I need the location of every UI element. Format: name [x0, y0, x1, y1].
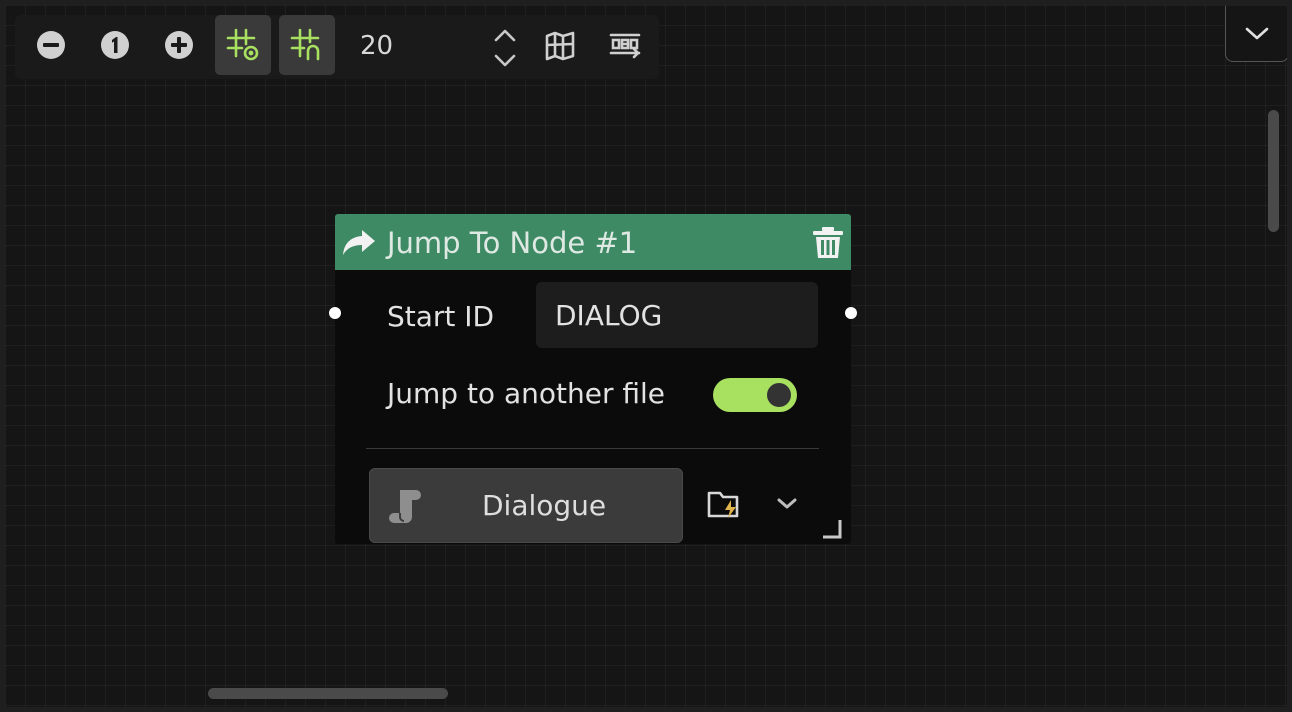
reset-zoom-button[interactable]	[87, 15, 143, 75]
dialogue-file-button[interactable]: Dialogue	[369, 468, 683, 543]
grid-eye-icon	[226, 28, 259, 61]
minimap-button[interactable]	[533, 15, 589, 75]
graph-toolbar: 20	[15, 15, 659, 79]
toggle-knob	[767, 383, 791, 407]
chevron-up-down-icon	[494, 29, 516, 67]
grid-size-stepper[interactable]	[489, 23, 521, 73]
arrange-nodes-button[interactable]	[597, 15, 653, 75]
chevron-down-icon	[1245, 27, 1269, 39]
share-arrow-icon	[343, 230, 375, 255]
arrange-icon	[609, 33, 641, 59]
vertical-scrollbar[interactable]	[1268, 110, 1279, 232]
zoom-in-button[interactable]	[151, 15, 207, 75]
input-port[interactable]	[329, 307, 341, 319]
divider	[366, 448, 819, 449]
show-grid-button[interactable]	[215, 15, 271, 75]
jump-to-node[interactable]: Jump To Node #1 Start ID Jump to another…	[329, 214, 857, 544]
plus-circle-icon	[165, 31, 193, 59]
snap-to-grid-button[interactable]	[279, 15, 335, 75]
chevron-down-icon[interactable]	[776, 497, 798, 511]
start-id-input[interactable]	[536, 282, 818, 348]
resize-handle-icon[interactable]	[821, 518, 843, 540]
trash-icon[interactable]	[811, 225, 845, 259]
node-header[interactable]: Jump To Node #1	[335, 214, 851, 270]
node-title: Jump To Node #1	[387, 226, 638, 260]
horizontal-scrollbar[interactable]	[208, 688, 448, 699]
editor-menu-dropdown-button[interactable]	[1225, 6, 1287, 62]
one-circle-icon	[101, 31, 129, 59]
start-id-label: Start ID	[387, 300, 495, 333]
file-name-label: Dialogue	[482, 489, 607, 522]
jump-to-file-toggle[interactable]	[713, 378, 797, 412]
scroll-file-icon	[389, 490, 421, 523]
jump-to-file-label: Jump to another file	[387, 377, 666, 410]
map-icon	[545, 31, 575, 61]
output-port[interactable]	[845, 307, 857, 319]
minus-circle-icon	[37, 31, 65, 59]
grid-size-value[interactable]: 20	[360, 31, 393, 61]
grid-magnet-icon	[290, 28, 320, 61]
graph-editor-canvas[interactable]: 20 Jump To Node #1 Start ID DIALOG Jump …	[5, 5, 1287, 707]
open-folder-icon[interactable]	[707, 488, 743, 520]
zoom-out-button[interactable]	[23, 15, 79, 75]
